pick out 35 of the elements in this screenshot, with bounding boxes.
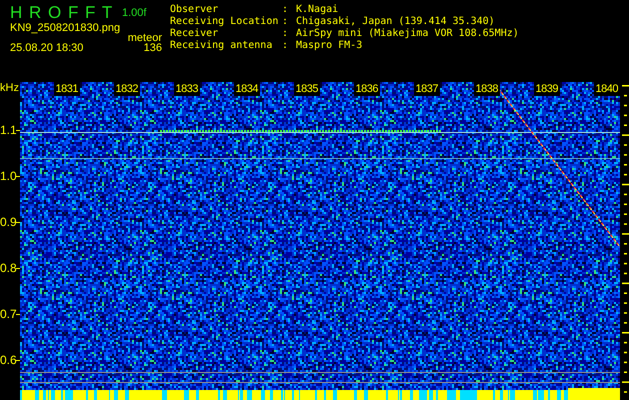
colon-separator: : [282,4,290,16]
info-label: Receiving antenna [170,40,274,52]
time-label: 1833 [174,82,200,96]
info-label: Observer [170,4,220,16]
colon-separator: : [282,28,290,40]
frequency-label: 0.7 [0,308,16,320]
info-value: K.Nagai [296,4,338,16]
info-value: Maspro FM-3 [296,40,362,52]
version-label: 1.00f [121,6,148,21]
mode-label: meteor [126,32,163,44]
colon-separator: : [282,40,290,52]
time-label: 1840 [594,82,620,96]
info-label: Receiving Location [170,16,280,28]
unit-label: kHz [0,82,20,96]
info-value: Chigasaki, Japan (139.414 35.340) [296,16,495,28]
time-label: 1835 [294,82,320,96]
datetime-label: 25.08.20 18:30 [10,42,84,54]
time-label: 1837 [414,82,440,96]
time-label: 1839 [534,82,560,96]
frequency-label: 1.1 [0,124,16,136]
frequency-label: 0.8 [0,262,16,274]
info-value: AirSpy mini (Miakejima VOR 108.65MHz) [296,28,519,40]
time-label: 1831 [54,82,80,96]
colon-separator: : [282,16,290,28]
filename-label: KN9_2508201830.png [10,22,120,34]
time-label: 1834 [234,82,260,96]
count-label: 136 [142,42,163,54]
frequency-label: 0.9 [0,216,16,228]
info-label: Receiver [170,28,220,40]
time-label: 1838 [474,82,500,96]
frequency-label: 1.0 [0,170,16,182]
time-label: 1836 [354,82,380,96]
time-label: 1832 [114,82,140,96]
app-title: H R O F F T [10,3,114,23]
frequency-label: 0.6 [0,354,16,366]
